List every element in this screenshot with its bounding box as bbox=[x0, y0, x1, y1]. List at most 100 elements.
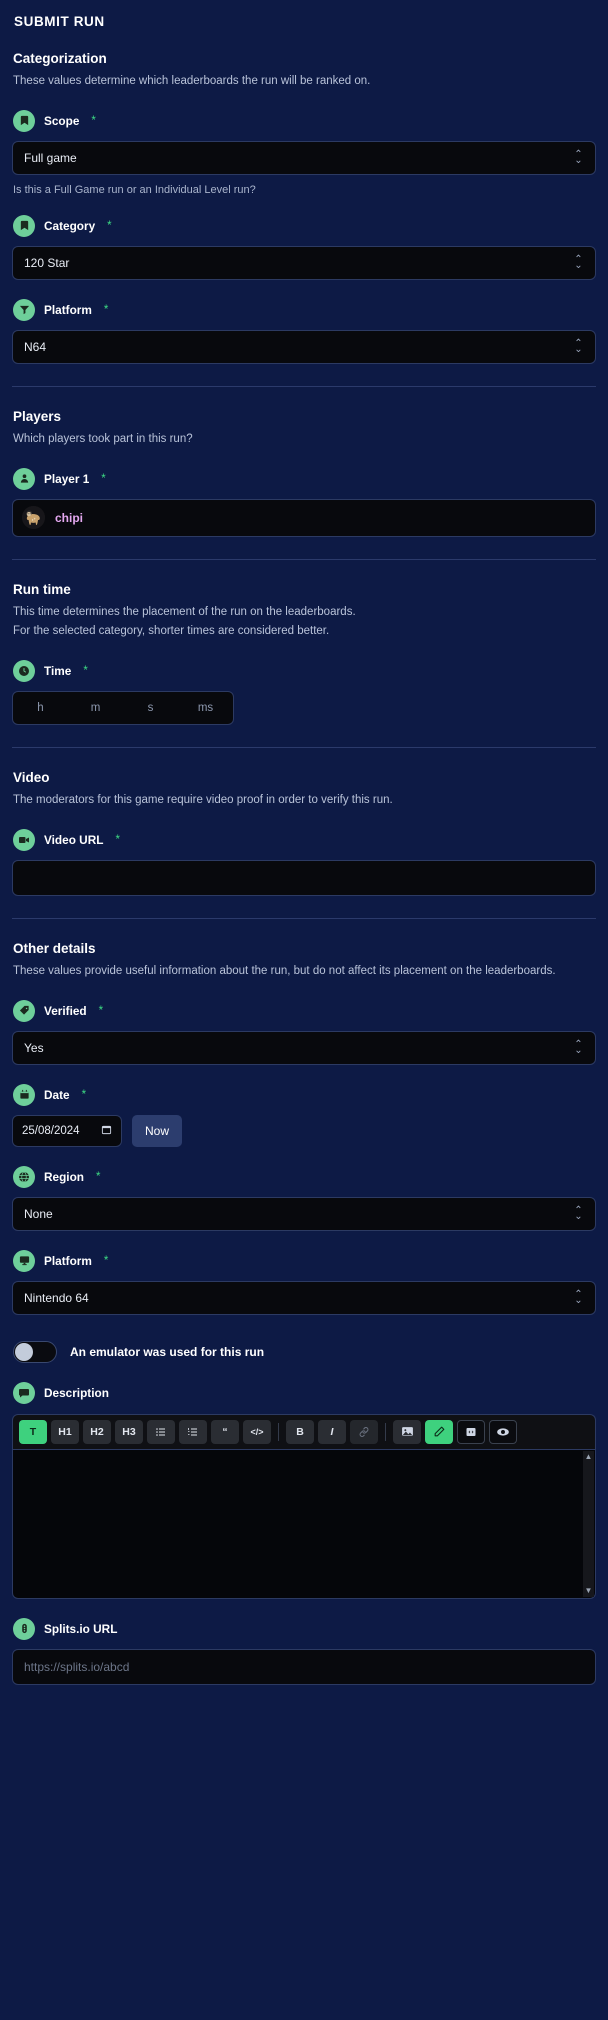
platform-label-row: Platform * bbox=[13, 1249, 596, 1272]
heading-1-button[interactable]: H1 bbox=[51, 1419, 79, 1444]
section-run-time: Run time This time determines the placem… bbox=[12, 560, 596, 726]
time-label-row: Time * bbox=[13, 660, 596, 683]
section-description-2: For the selected category, shorter times… bbox=[13, 625, 330, 638]
text-style-button[interactable]: T bbox=[19, 1419, 47, 1444]
region-value: None bbox=[24, 1206, 53, 1221]
player-1-input[interactable]: chipi bbox=[12, 498, 596, 537]
field-platform-filter: Platform * N64 ⌃ ⌄ bbox=[12, 298, 596, 364]
field-time: Time * h m s ms bbox=[12, 660, 596, 726]
section-description: These values provide useful information … bbox=[13, 965, 556, 978]
splits-url-input[interactable]: https://splits.io/abcd bbox=[12, 1648, 596, 1685]
category-value: 120 Star bbox=[24, 255, 70, 270]
scope-select[interactable]: Full game ⌃ ⌄ bbox=[12, 140, 596, 175]
date-input[interactable]: 25/08/2024 bbox=[12, 1114, 122, 1147]
link-button[interactable] bbox=[350, 1419, 378, 1444]
field-region: Region * None ⌃ ⌄ bbox=[12, 1165, 596, 1231]
time-unit-s[interactable]: s bbox=[123, 702, 178, 714]
italic-button[interactable]: I bbox=[318, 1419, 346, 1444]
platform-select[interactable]: Nintendo 64 ⌃ ⌄ bbox=[12, 1280, 596, 1315]
image-button[interactable] bbox=[393, 1419, 421, 1444]
page-title: SUBMIT RUN bbox=[14, 14, 105, 29]
section-title: Video bbox=[13, 770, 50, 786]
ordered-list-button[interactable] bbox=[179, 1419, 207, 1444]
field-date: Date * 25/08/2024 Now bbox=[12, 1083, 596, 1147]
field-video-url: Video URL * bbox=[12, 829, 596, 897]
platform-filter-select[interactable]: N64 ⌃ ⌄ bbox=[12, 329, 596, 364]
time-unit-h[interactable]: h bbox=[13, 702, 68, 714]
description-textarea[interactable]: ▲ ▼ bbox=[12, 1448, 596, 1599]
required-marker: * bbox=[115, 834, 120, 847]
editor-scrollbar[interactable]: ▲ ▼ bbox=[583, 1450, 594, 1597]
verified-label: Verified bbox=[44, 1003, 87, 1018]
user-icon bbox=[13, 467, 35, 490]
required-marker: * bbox=[101, 472, 106, 485]
time-input-group[interactable]: h m s ms bbox=[12, 691, 234, 726]
blockquote-button[interactable]: “ bbox=[211, 1419, 239, 1444]
section-players: Players Which players took part in this … bbox=[12, 387, 596, 537]
video-url-label-row: Video URL * bbox=[13, 829, 596, 852]
date-value: 25/08/2024 bbox=[22, 1124, 80, 1137]
chevron-updown-icon: ⌃ ⌄ bbox=[574, 148, 583, 166]
emulator-toggle-label: An emulator was used for this run bbox=[70, 1344, 265, 1359]
chevron-updown-icon: ⌃ ⌄ bbox=[574, 1038, 583, 1056]
required-marker: * bbox=[91, 114, 96, 127]
heading-2-button[interactable]: H2 bbox=[83, 1419, 111, 1444]
chevron-updown-icon: ⌃ ⌄ bbox=[574, 337, 583, 355]
calendar-icon bbox=[13, 1083, 35, 1106]
bold-button[interactable]: B bbox=[286, 1419, 314, 1444]
splits-label: Splits.io URL bbox=[44, 1621, 118, 1636]
platform-label: Platform bbox=[44, 1253, 92, 1268]
category-select[interactable]: 120 Star ⌃ ⌄ bbox=[12, 245, 596, 280]
time-label: Time bbox=[44, 664, 72, 679]
time-unit-ms[interactable]: ms bbox=[178, 702, 233, 714]
section-title: Players bbox=[13, 408, 62, 424]
video-url-input[interactable] bbox=[12, 860, 596, 897]
time-unit-m[interactable]: m bbox=[68, 702, 123, 714]
calendar-picker-icon[interactable] bbox=[101, 1124, 112, 1138]
platform-label: Platform bbox=[44, 302, 92, 317]
preview-mode-button[interactable] bbox=[489, 1419, 517, 1444]
category-label: Category bbox=[44, 218, 96, 233]
edit-mode-button[interactable] bbox=[425, 1419, 453, 1444]
scope-hint: Is this a Full Game run or an Individual… bbox=[13, 183, 256, 196]
splits-icon bbox=[13, 1617, 35, 1640]
chevron-updown-icon: ⌃ ⌄ bbox=[574, 1204, 583, 1222]
bullet-list-button[interactable] bbox=[147, 1419, 175, 1444]
scroll-up-arrow[interactable]: ▲ bbox=[585, 1452, 593, 1461]
required-marker: * bbox=[107, 219, 112, 232]
section-categorization: Categorization These values determine wh… bbox=[12, 29, 596, 364]
required-marker: * bbox=[98, 1004, 104, 1017]
scroll-down-arrow[interactable]: ▼ bbox=[585, 1586, 593, 1595]
section-description: These values determine which leaderboard… bbox=[13, 75, 371, 87]
field-verified: Verified * Yes ⌃ ⌄ bbox=[12, 999, 596, 1065]
region-label-row: Region * bbox=[13, 1165, 596, 1188]
toolbar-separator bbox=[278, 1422, 279, 1441]
heading-3-button[interactable]: H3 bbox=[115, 1419, 143, 1444]
verified-select[interactable]: Yes ⌃ ⌄ bbox=[12, 1030, 596, 1065]
source-mode-button[interactable] bbox=[457, 1419, 485, 1444]
region-label: Region bbox=[44, 1169, 84, 1184]
section-description-1: This time determines the placement of th… bbox=[13, 605, 356, 618]
region-select[interactable]: None ⌃ ⌄ bbox=[12, 1196, 596, 1231]
toolbar-separator bbox=[385, 1422, 386, 1441]
code-block-button[interactable]: </> bbox=[243, 1419, 271, 1444]
avatar bbox=[22, 506, 45, 530]
clock-icon bbox=[13, 660, 35, 683]
section-title: Other details bbox=[13, 941, 96, 957]
video-camera-icon bbox=[13, 829, 35, 852]
toggle-knob bbox=[15, 1342, 33, 1361]
player-name: chipi bbox=[55, 510, 84, 525]
section-title: Run time bbox=[13, 581, 71, 597]
now-button[interactable]: Now bbox=[132, 1114, 183, 1147]
required-marker: * bbox=[103, 1254, 109, 1267]
platform-value: Nintendo 64 bbox=[24, 1290, 89, 1305]
scope-value: Full game bbox=[24, 150, 77, 165]
date-label: Date bbox=[44, 1087, 70, 1102]
description-label-row: Description bbox=[13, 1381, 596, 1404]
scope-label: Scope bbox=[44, 113, 80, 128]
chevron-updown-icon: ⌃ ⌄ bbox=[574, 253, 583, 271]
submit-run-page: SUBMIT RUN Categorization These values d… bbox=[0, 0, 608, 1685]
emulator-toggle[interactable] bbox=[13, 1340, 57, 1363]
bookmark-icon bbox=[13, 109, 35, 132]
section-title: Categorization bbox=[13, 51, 107, 66]
